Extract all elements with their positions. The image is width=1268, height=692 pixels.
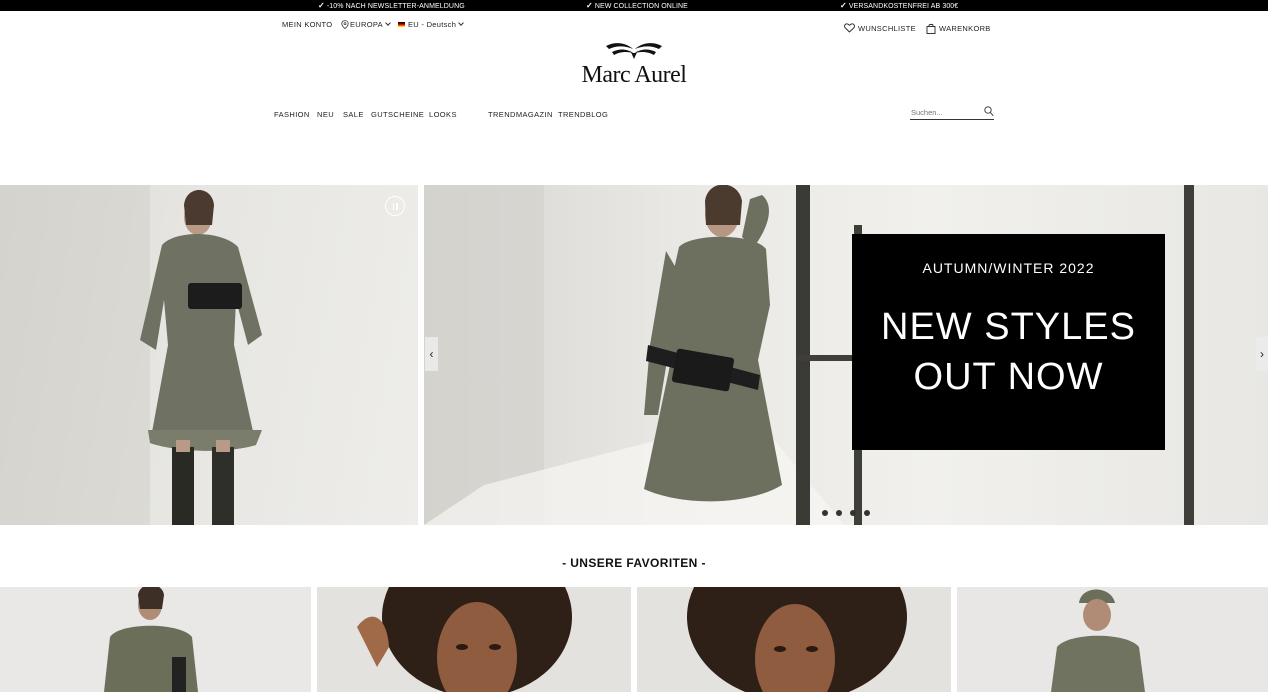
hero-subtitle: AUTUMN/WINTER 2022 xyxy=(922,260,1095,276)
hero-promo-box[interactable]: AUTUMN/WINTER 2022 NEW STYLES OUT NOW xyxy=(852,234,1165,450)
product-tile[interactable] xyxy=(0,587,311,692)
chevron-left-icon: ‹ xyxy=(429,347,434,361)
nav-item-trendmagazin[interactable]: TRENDMAGAZIN xyxy=(488,110,553,119)
account-link[interactable]: MEIN KONTO xyxy=(282,20,332,29)
promo-item-collection[interactable]: ✓ NEW COLLECTION ONLINE xyxy=(586,0,688,11)
nav-item-neu[interactable]: NEU xyxy=(317,110,334,119)
wings-emblem-icon xyxy=(606,43,662,59)
product-tile[interactable] xyxy=(317,587,631,692)
slider-prev-arrow[interactable]: ‹ xyxy=(425,337,438,371)
heart-icon xyxy=(844,23,855,33)
product-image xyxy=(687,587,907,692)
nav-item-fashion[interactable]: FASHION xyxy=(274,110,310,119)
chevron-down-icon xyxy=(458,20,465,26)
region-selector[interactable]: EUROPA xyxy=(341,20,391,29)
chevron-right-icon: › xyxy=(1260,347,1264,361)
promo-item-shipping[interactable]: ✓ VERSANDKOSTENFREI AB 300€ xyxy=(840,0,958,11)
nav-item-gutscheine[interactable]: GUTSCHEINE xyxy=(371,110,424,119)
product-image xyxy=(104,587,198,692)
favorites-title: - UNSERE FAVORITEN - xyxy=(562,556,706,570)
brand-name: Marc Aurel xyxy=(581,62,687,88)
check-icon: ✓ xyxy=(840,1,847,10)
slider-dots xyxy=(822,510,870,516)
nav-item-sale[interactable]: SALE xyxy=(343,110,364,119)
check-icon: ✓ xyxy=(586,1,593,10)
slider-dot[interactable] xyxy=(822,510,828,516)
hero-headline: NEW STYLES OUT NOW xyxy=(881,306,1136,398)
slider-next-arrow[interactable]: › xyxy=(1256,337,1268,371)
search-box xyxy=(910,106,994,120)
product-tile[interactable] xyxy=(637,587,951,692)
check-icon: ✓ xyxy=(318,1,325,10)
chevron-down-icon xyxy=(385,20,391,26)
search-icon[interactable] xyxy=(984,106,994,117)
promo-item-newsletter[interactable]: ✓ -10% NACH NEWSLETTER-ANMELDUNG xyxy=(318,0,465,11)
slider-dot[interactable] xyxy=(836,510,842,516)
shopping-bag-icon xyxy=(926,23,936,34)
search-input[interactable] xyxy=(911,108,979,117)
language-selector[interactable]: EU - Deutsch xyxy=(398,20,465,29)
promo-bar: ✓ -10% NACH NEWSLETTER-ANMELDUNG ✓ NEW COL… xyxy=(0,0,1268,11)
location-pin-icon xyxy=(341,20,349,29)
slider-dot[interactable] xyxy=(864,510,870,516)
cart-link[interactable]: WARENKORB xyxy=(926,23,991,34)
model-figure-left xyxy=(0,185,262,525)
nav-item-trendblog[interactable]: TRENDBLOG xyxy=(558,110,608,119)
flag-icon xyxy=(398,22,405,27)
product-image xyxy=(357,587,572,692)
product-tile[interactable] xyxy=(957,587,1268,692)
hero-image-left xyxy=(0,185,418,525)
product-image xyxy=(1051,589,1145,692)
slider-pause-button[interactable] xyxy=(385,196,405,216)
slider-dot[interactable] xyxy=(850,510,856,516)
brand-logo[interactable]: Marc Aurel xyxy=(570,40,698,90)
wishlist-link[interactable]: WUNSCHLISTE xyxy=(844,23,916,33)
nav-item-looks[interactable]: LOOKS xyxy=(429,110,457,119)
